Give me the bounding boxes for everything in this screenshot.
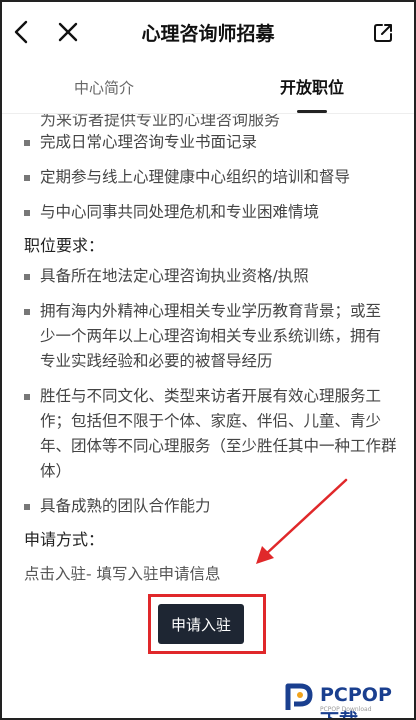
apply-title: 申请方式： — [24, 530, 105, 549]
duty-item-partial: 为来访者提供专业的心理咨询服务 — [40, 114, 281, 129]
list-item: 与中心同事共同处理危机和专业困难情境 — [0, 200, 416, 225]
list-item: 具备所在地法定心理咨询执业资格/执照 — [0, 264, 416, 289]
duties-list: 完成日常心理咨询专业书面记录 定期参与线上心理健康中心组织的培训和督导 与中心同… — [0, 130, 416, 225]
tab-center-intro[interactable]: 中心简介 — [0, 64, 208, 113]
requirements-title: 职位要求： — [24, 236, 105, 255]
tab-open-positions[interactable]: 开放职位 — [208, 64, 416, 113]
watermark-p-icon — [285, 683, 313, 710]
watermark-text: PCPOP下载 — [320, 684, 392, 720]
list-item: 拥有海内外精神心理相关专业学历教育背景；或至少一个两年以上心理咨询相关专业系统训… — [0, 299, 416, 374]
tab-bar: 中心简介 开放职位 — [0, 64, 416, 114]
watermark-logo: PCPOP下载 PCPOP Download — [276, 676, 406, 720]
share-icon[interactable] — [372, 22, 394, 44]
nav-bar: 心理咨询师招募 — [0, 0, 416, 64]
job-content[interactable]: 为来访者提供专业的心理咨询服务 完成日常心理咨询专业书面记录 定期参与线上心理健… — [0, 114, 416, 720]
watermark-subtext: PCPOP Download — [320, 706, 372, 713]
list-item: 定期参与线上心理健康中心组织的培训和督导 — [0, 165, 416, 190]
list-item: 完成日常心理咨询专业书面记录 — [0, 130, 416, 155]
list-item: 胜任与不同文化、类型来访者开展有效心理服务工作；包括但不限于个体、家庭、伴侣、儿… — [0, 384, 416, 484]
annotation-arrow-icon — [256, 478, 348, 564]
annotation-highlight-box — [148, 594, 266, 654]
page-title: 心理咨询师招募 — [141, 23, 275, 45]
apply-instructions: 点击入驻- 填写入驻申请信息 — [24, 565, 221, 583]
